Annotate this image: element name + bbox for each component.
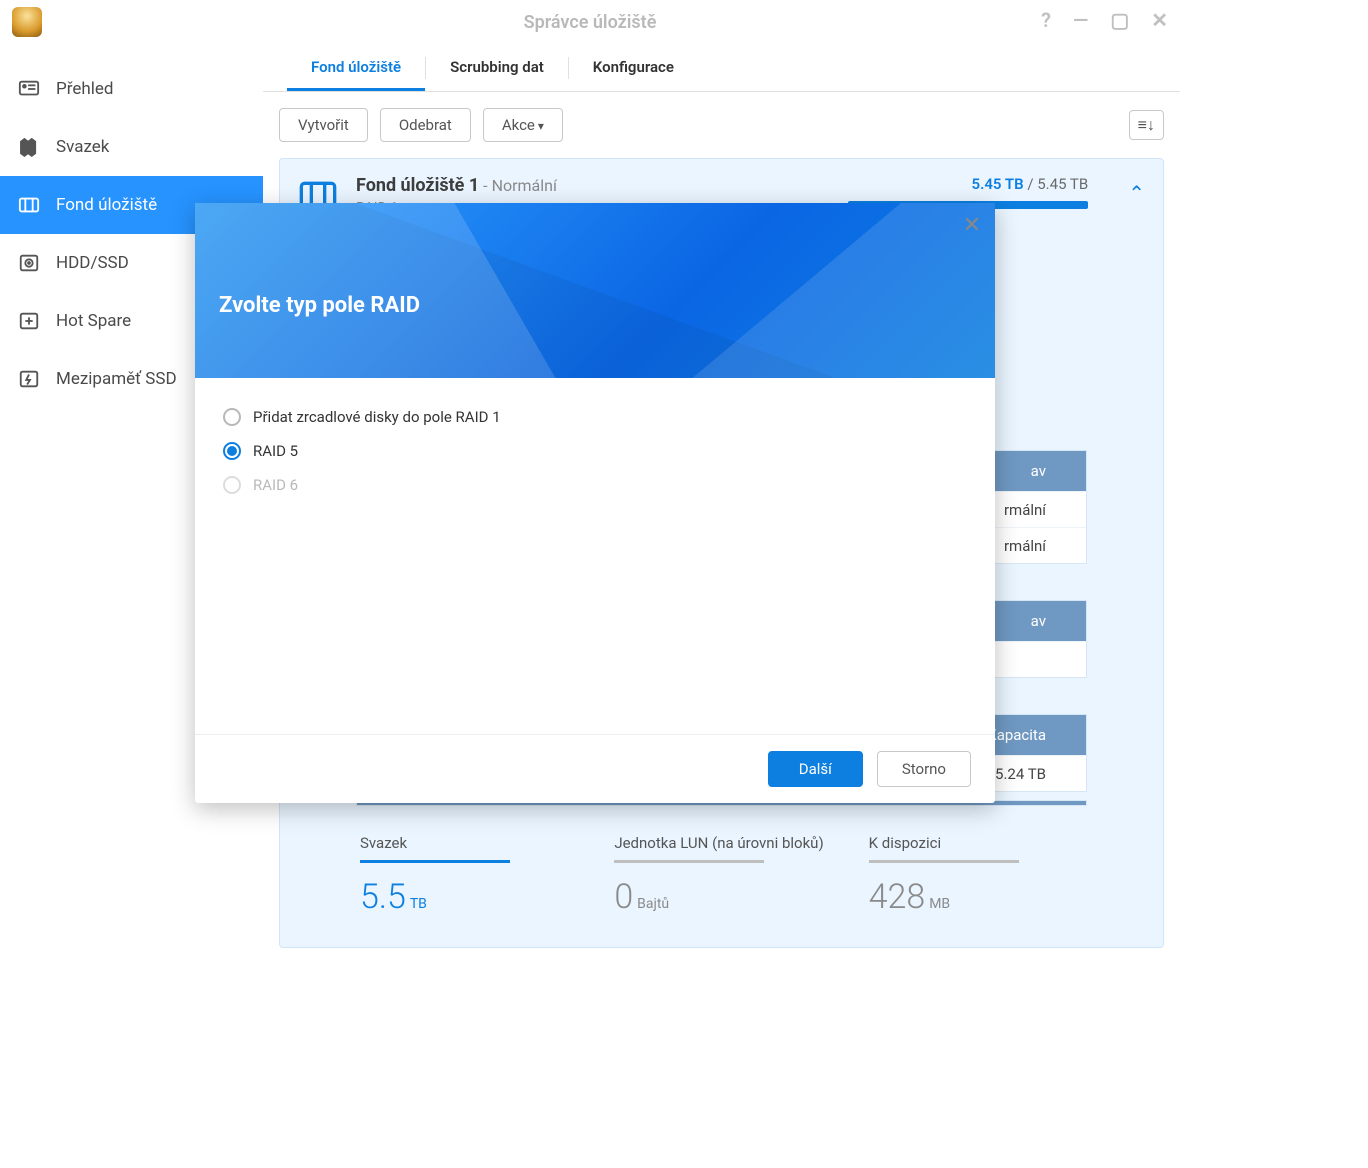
maximize-icon[interactable]: ▢ xyxy=(1110,10,1129,30)
volume-icon xyxy=(18,137,40,157)
tab-scrubbing[interactable]: Scrubbing dat xyxy=(426,44,568,91)
radio-label: Přidat zrcadlové disky do pole RAID 1 xyxy=(253,408,501,426)
radio-label: RAID 6 xyxy=(253,476,298,494)
stat-label: K dispozici xyxy=(869,834,1083,860)
tab-storage-pool[interactable]: Fond úložiště xyxy=(287,44,425,91)
sidebar-item-label: Svazek xyxy=(56,137,109,157)
app-icon xyxy=(12,7,42,37)
sidebar-item-label: Hot Spare xyxy=(56,311,131,331)
help-icon[interactable]: ? xyxy=(1041,10,1051,30)
radio-label: RAID 5 xyxy=(253,442,298,460)
usage-used: 5.45 TB xyxy=(972,175,1024,193)
stat-unit: Bajtů xyxy=(637,896,669,912)
collapse-icon[interactable]: ⌃ xyxy=(1128,175,1145,205)
ssd-cache-icon xyxy=(18,369,40,389)
raid-type-dialog: ✕ Zvolte typ pole RAID Přidat zrcadlové … xyxy=(195,203,995,803)
stat-value: 428 xyxy=(869,877,926,917)
radio-icon xyxy=(223,408,241,426)
tab-config[interactable]: Konfigurace xyxy=(569,44,698,91)
stat-value: 0 xyxy=(614,877,633,917)
usage-total: 5.45 TB xyxy=(1037,175,1088,193)
pool-status: - Normální xyxy=(483,176,557,195)
radio-icon xyxy=(223,476,241,494)
overview-icon xyxy=(18,79,40,99)
pool-name: Fond úložiště 1 xyxy=(356,175,479,196)
actions-dropdown[interactable]: Akce xyxy=(483,108,563,142)
dialog-header: Zvolte typ pole RAID xyxy=(195,203,995,378)
remove-button[interactable]: Odebrat xyxy=(380,108,471,142)
sidebar-item-label: Mezipaměť SSD xyxy=(56,369,177,389)
close-window-icon[interactable]: ✕ xyxy=(1151,10,1168,30)
next-button[interactable]: Další xyxy=(768,751,863,787)
create-button[interactable]: Vytvořit xyxy=(279,108,368,142)
disk-icon xyxy=(18,253,40,273)
radio-icon xyxy=(223,442,241,460)
sidebar-item-volume[interactable]: Svazek xyxy=(0,118,263,176)
stat-value: 5.5 xyxy=(360,877,406,917)
storage-pool-icon xyxy=(18,195,40,215)
dialog-title: Zvolte typ pole RAID xyxy=(219,293,971,318)
sidebar-item-label: Fond úložiště xyxy=(56,195,157,215)
sort-toggle-icon[interactable]: ≡↓ xyxy=(1129,110,1164,140)
minimize-icon[interactable]: — xyxy=(1073,10,1088,30)
cancel-button[interactable]: Storno xyxy=(877,751,971,787)
sidebar-item-label: HDD/SSD xyxy=(56,253,129,273)
raid-option-mirror[interactable]: Přidat zrcadlové disky do pole RAID 1 xyxy=(223,400,967,434)
stat-label: Svazek xyxy=(360,834,574,860)
stat-unit: MB xyxy=(929,896,950,912)
hot-spare-icon xyxy=(18,311,40,331)
raid-option-raid5[interactable]: RAID 5 xyxy=(223,434,967,468)
raid-option-raid6: RAID 6 xyxy=(223,468,967,502)
sidebar-item-overview[interactable]: Přehled xyxy=(0,60,263,118)
window-title: Správce úložiště xyxy=(524,12,657,33)
titlebar: Správce úložiště ? — ▢ ✕ xyxy=(0,0,1180,44)
stat-unit: TB xyxy=(410,896,427,912)
sidebar-item-label: Přehled xyxy=(56,79,113,99)
close-icon[interactable]: ✕ xyxy=(963,213,981,238)
stats-row: Svazek 5.5 TB Jednotka LUN (na úrovni bl… xyxy=(280,814,1163,947)
stat-label: Jednotka LUN (na úrovni bloků) xyxy=(614,834,828,860)
